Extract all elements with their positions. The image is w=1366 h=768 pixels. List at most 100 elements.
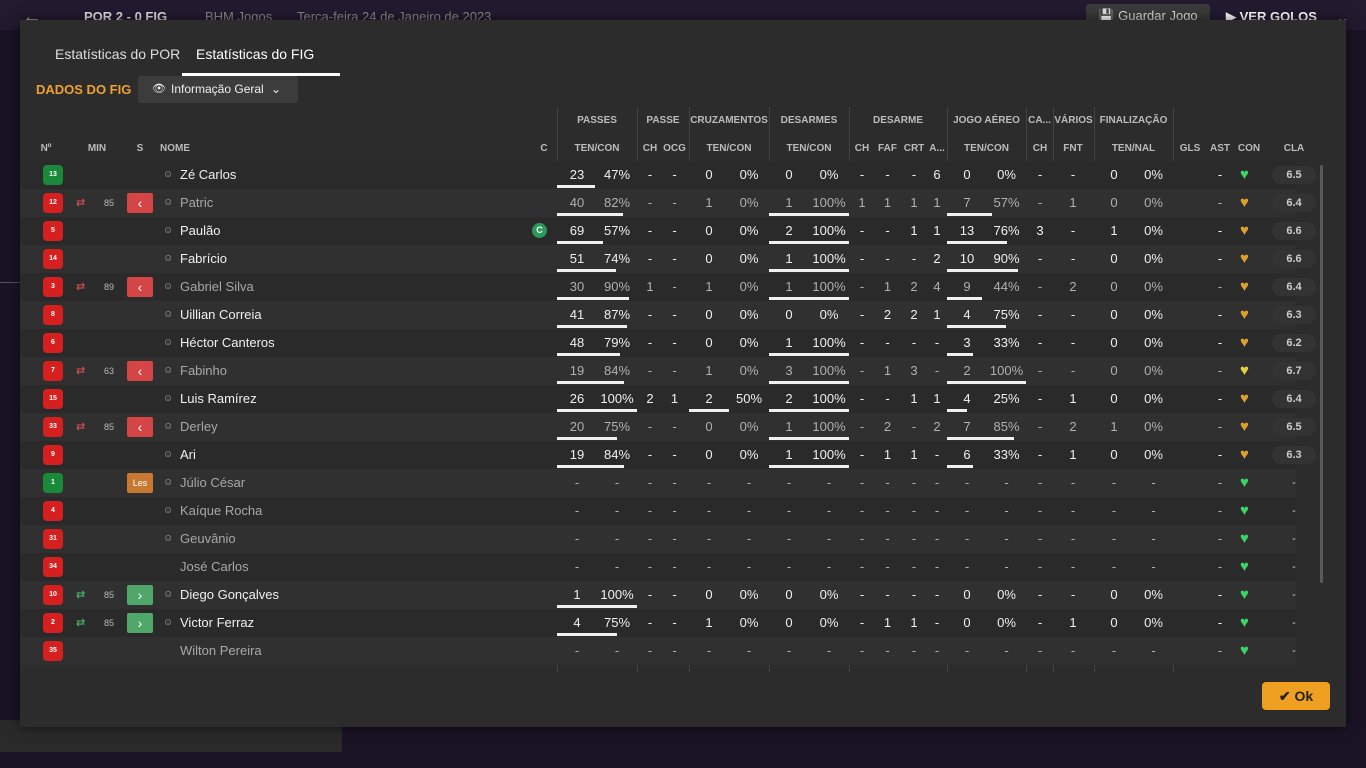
rating-badge: - bbox=[1292, 589, 1296, 601]
column-header[interactable]: MIN bbox=[82, 143, 112, 154]
player-name[interactable]: Patric bbox=[180, 189, 213, 217]
assists: - bbox=[1217, 335, 1223, 350]
shirt-number: 6 bbox=[43, 333, 63, 353]
table-row[interactable]: 5 ☺ Paulão C 69 57% - -0 0% 2 100% - -1 1 13 76% 3-1 0% - ♥… bbox=[20, 217, 1316, 245]
crosses-bar bbox=[689, 409, 729, 412]
condition-icon: ♥ bbox=[1240, 418, 1249, 435]
misc-fnt: 1 bbox=[1069, 195, 1077, 210]
column-header[interactable]: GLS bbox=[1178, 143, 1202, 154]
column-header[interactable]: TEN/CON bbox=[557, 143, 637, 154]
player-name[interactable]: Zé Carlos bbox=[180, 161, 236, 189]
crosses-attempted: - bbox=[706, 475, 712, 490]
player-name[interactable]: Héctor Canteros bbox=[180, 329, 275, 357]
player-name[interactable]: Gabriel Silva bbox=[180, 273, 254, 301]
player-name[interactable]: Fabinho bbox=[180, 357, 227, 385]
pass-ocg: - bbox=[672, 587, 677, 602]
column-header[interactable]: AST bbox=[1208, 143, 1232, 154]
column-header[interactable]: A... bbox=[928, 143, 946, 154]
table-row[interactable]: 7 ⇄ 63 ‹ ☺ Fabinho 19 84% - -1 0% 3 100% -1 3-2 100% - -0… bbox=[20, 357, 1316, 385]
sub-status-icon: ‹ bbox=[127, 361, 153, 381]
player-name[interactable]: Diego Gonçalves bbox=[180, 581, 279, 609]
passes-bar bbox=[557, 269, 616, 272]
table-row[interactable]: 12 ⇄ 85 ‹ ☺ Patric 40 82% - -1 0% 1 100% 1 1 1 1 7 57% -1 0 0… bbox=[20, 189, 1316, 217]
player-name[interactable]: Uillian Correia bbox=[180, 301, 262, 329]
column-header[interactable]: CLA bbox=[1272, 143, 1316, 154]
cards: - bbox=[1037, 251, 1043, 266]
table-row[interactable]: 3 ⇄ 89 ‹ ☺ Gabriel Silva 30 90% 1-1 0% 1 100% -1 2 4 9 4… bbox=[20, 273, 1316, 301]
tab-por-stats[interactable]: Estatísticas do POR bbox=[55, 46, 180, 62]
aerial-bar bbox=[947, 297, 982, 300]
column-header[interactable]: CRT bbox=[902, 143, 926, 154]
column-header[interactable]: TEN/NAL bbox=[1094, 143, 1173, 154]
tackles-bar bbox=[769, 269, 849, 272]
shots-pct: 0% bbox=[1144, 195, 1163, 210]
player-name[interactable]: Luis Ramírez bbox=[180, 385, 257, 413]
tackle-crt: 1 bbox=[910, 447, 918, 462]
player-name[interactable]: Paulão bbox=[180, 217, 220, 245]
player-name[interactable]: Júlio César bbox=[180, 469, 245, 497]
table-row[interactable]: 35 Wilton Pereira - - - - - - - - - - - - - - - - - - - ♥ - bbox=[20, 637, 1296, 665]
assists: - bbox=[1217, 251, 1223, 266]
view-dropdown[interactable]: 👁 Informação Geral ⌄ bbox=[138, 76, 298, 103]
table-row[interactable]: 6 ☺ Héctor Canteros 48 79% - -0 0% 1 100% - - - -3 33%… bbox=[20, 329, 1316, 357]
table-row[interactable]: 1 Les ☺ Júlio César - - - - - - - - - - - - - - - - - - - ♥ - bbox=[20, 469, 1296, 497]
scrollbar[interactable] bbox=[1320, 165, 1323, 583]
player-name[interactable]: Ari bbox=[180, 441, 196, 469]
column-header[interactable]: TEN/CON bbox=[769, 143, 849, 154]
table-row[interactable]: 34 José Carlos - - - - - - - - - - - - - - - - - - - ♥ - bbox=[20, 553, 1296, 581]
column-header[interactable]: C bbox=[534, 143, 554, 154]
column-header[interactable]: CON bbox=[1235, 143, 1263, 154]
player-name[interactable]: Fabrício bbox=[180, 245, 227, 273]
aerial-attempted: - bbox=[964, 503, 970, 518]
column-header[interactable]: CH bbox=[852, 143, 872, 154]
column-header[interactable]: FAF bbox=[875, 143, 900, 154]
table-row[interactable]: 8 ☺ Uillian Correia 41 87% - -0 0% 0 0% -2 2 1 4 75% - -… bbox=[20, 301, 1316, 329]
table-row[interactable]: 14 ☺ Fabrício 51 74% - -0 0% 1 100% - - -2 10 90% - -0 0%… bbox=[20, 245, 1316, 273]
table-row[interactable]: 13 ☺ Zé Carlos 23 47% - -0 0% 0 0% - - -6 0 0% - -0 0% - ♥ 6… bbox=[20, 161, 1316, 189]
table-row[interactable]: 9 ☺ Ari 19 84% - -0 0% 1 100% -1 1-6 33% -1 0 0% - ♥ 6.3 bbox=[20, 441, 1316, 469]
player-name[interactable]: Wilton Pereira bbox=[180, 637, 262, 665]
table-row[interactable]: 4 ☺ Kaíque Rocha - - - - - - - - - - - - - - - - - - - ♥ - bbox=[20, 497, 1296, 525]
table-row[interactable]: 33 ⇄ 85 ‹ ☺ Derley 20 75% - -0 0% 1 100% -2-2 7 85% -2 1 0… bbox=[20, 413, 1316, 441]
player-name[interactable]: Victor Ferraz bbox=[180, 609, 254, 637]
column-header[interactable]: TEN/CON bbox=[689, 143, 769, 154]
column-header[interactable]: FNT bbox=[1056, 143, 1090, 154]
player-name[interactable]: José Carlos bbox=[180, 553, 249, 581]
aerial-bar bbox=[947, 353, 973, 356]
player-name[interactable]: Derley bbox=[180, 413, 218, 441]
column-header[interactable]: TEN/CON bbox=[947, 143, 1026, 154]
table-row[interactable]: 31 ☺ Geuvânio - - - - - - - - - - - - - - - - - - - ♥ - bbox=[20, 525, 1296, 553]
tackle-ch: - bbox=[859, 307, 865, 322]
aerial-pct: 44% bbox=[993, 279, 1020, 294]
column-header[interactable]: S bbox=[130, 143, 150, 154]
column-header[interactable]: CH bbox=[1030, 143, 1050, 154]
column-header[interactable]: NOME bbox=[160, 143, 220, 154]
pass-ocg: - bbox=[672, 363, 677, 378]
aerial-pct: 25% bbox=[993, 391, 1020, 406]
person-icon: ☺ bbox=[163, 477, 174, 488]
table-row[interactable]: 15 ☺ Luis Ramírez 26 100% 2 1 2 50% 2 100% - -1 1 4 25%… bbox=[20, 385, 1316, 413]
column-header[interactable]: CH bbox=[640, 143, 660, 154]
rating-badge: 6.4 bbox=[1272, 194, 1316, 212]
ok-button[interactable]: ✔ Ok bbox=[1262, 682, 1330, 710]
table-row[interactable]: 10 ⇄ 85 › ☺ Diego Gonçalves 1 100% - -0 0% 0 0% - - - -0… bbox=[20, 581, 1296, 609]
tackle-crt: - bbox=[911, 531, 917, 546]
tab-fig-stats[interactable]: Estatísticas do FIG bbox=[196, 46, 314, 62]
crosses-pct: 0% bbox=[739, 251, 759, 266]
tackles-pct: - bbox=[826, 475, 832, 490]
assists: - bbox=[1217, 307, 1223, 322]
table-row[interactable]: 2 ⇄ 85 › ☺ Victor Ferraz 4 75% - -1 0% 0 0% -1 1-0 0% -1… bbox=[20, 609, 1296, 637]
column-header[interactable]: OCG bbox=[663, 143, 686, 154]
goals bbox=[1178, 637, 1202, 665]
shirt-number: 7 bbox=[43, 361, 63, 381]
tackles-bar bbox=[769, 381, 849, 384]
player-name[interactable]: Kaíque Rocha bbox=[180, 497, 262, 525]
column-header[interactable]: Nº bbox=[36, 143, 56, 154]
tackles-pct: 0% bbox=[819, 615, 839, 630]
misc-fnt: 1 bbox=[1069, 447, 1077, 462]
crosses-pct: 0% bbox=[739, 335, 759, 350]
pass-ch: - bbox=[647, 475, 653, 490]
crosses-attempted: - bbox=[706, 531, 712, 546]
goals bbox=[1178, 609, 1202, 637]
player-name[interactable]: Geuvânio bbox=[180, 525, 236, 553]
